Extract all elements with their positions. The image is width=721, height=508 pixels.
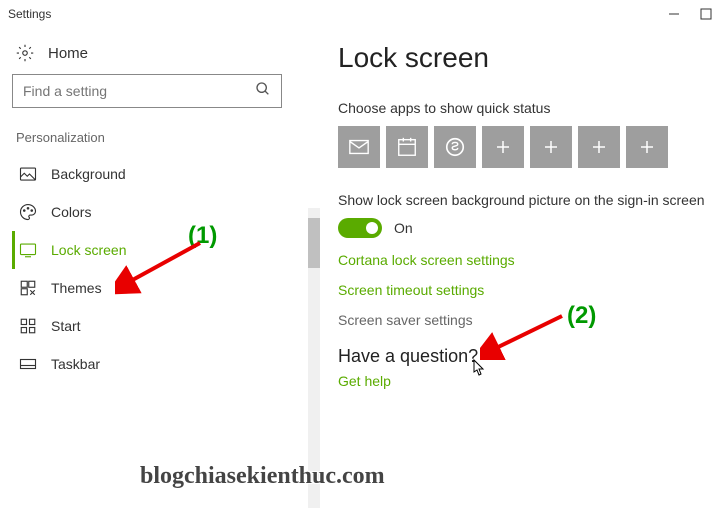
nav-label: Colors <box>51 204 91 220</box>
toggle-state: On <box>394 220 413 236</box>
app-slot-add[interactable] <box>578 126 620 168</box>
app-slot-add[interactable] <box>626 126 668 168</box>
themes-icon <box>19 279 37 297</box>
nav-label: Start <box>51 318 81 334</box>
app-slot-mail[interactable] <box>338 126 380 168</box>
nav-label: Background <box>51 166 126 182</box>
nav-label: Themes <box>51 280 102 296</box>
search-field[interactable] <box>23 83 255 99</box>
annotation-number-2: (2) <box>567 302 596 330</box>
link-screen-saver[interactable]: Screen saver settings <box>338 312 721 328</box>
choose-apps-label: Choose apps to show quick status <box>338 100 721 116</box>
app-slot-add[interactable] <box>530 126 572 168</box>
scrollbar-thumb[interactable] <box>308 218 320 268</box>
section-title: Personalization <box>12 126 308 155</box>
nav-label: Taskbar <box>51 356 100 372</box>
show-bg-toggle[interactable] <box>338 218 382 238</box>
sidebar-item-background[interactable]: Background <box>12 155 308 193</box>
link-get-help[interactable]: Get help <box>338 373 721 389</box>
sidebar-item-taskbar[interactable]: Taskbar <box>12 345 308 383</box>
help-heading: Have a question? <box>338 346 721 367</box>
show-bg-label: Show lock screen background picture on t… <box>338 192 721 208</box>
titlebar: Settings <box>0 0 721 28</box>
sidebar-item-start[interactable]: Start <box>12 307 308 345</box>
gear-icon <box>16 44 34 62</box>
lock-screen-icon <box>19 241 37 259</box>
main-content: Lock screen Choose apps to show quick st… <box>320 28 721 508</box>
search-icon <box>255 81 271 102</box>
picture-icon <box>19 165 37 183</box>
app-slot-add[interactable] <box>482 126 524 168</box>
sidebar-item-colors[interactable]: Colors <box>12 193 308 231</box>
annotation-number-1: (1) <box>188 222 217 250</box>
sidebar: Home Personalization Background Color <box>0 28 320 508</box>
app-slot-calendar[interactable] <box>386 126 428 168</box>
maximize-button[interactable] <box>699 7 713 21</box>
home-label: Home <box>48 45 88 62</box>
search-input[interactable] <box>12 74 282 108</box>
link-screen-timeout[interactable]: Screen timeout settings <box>338 282 721 298</box>
nav-label: Lock screen <box>51 242 126 258</box>
sidebar-item-lock-screen[interactable]: Lock screen <box>12 231 308 269</box>
sidebar-item-themes[interactable]: Themes <box>12 269 308 307</box>
watermark: blogchiasekienthuc.com <box>140 463 385 490</box>
app-slot-skype[interactable] <box>434 126 476 168</box>
link-cortana-settings[interactable]: Cortana lock screen settings <box>338 252 721 268</box>
taskbar-icon <box>19 355 37 373</box>
palette-icon <box>19 203 37 221</box>
minimize-button[interactable] <box>667 7 681 21</box>
page-title: Lock screen <box>338 42 721 74</box>
window-title: Settings <box>8 7 51 21</box>
home-nav[interactable]: Home <box>12 38 308 74</box>
start-icon <box>19 317 37 335</box>
